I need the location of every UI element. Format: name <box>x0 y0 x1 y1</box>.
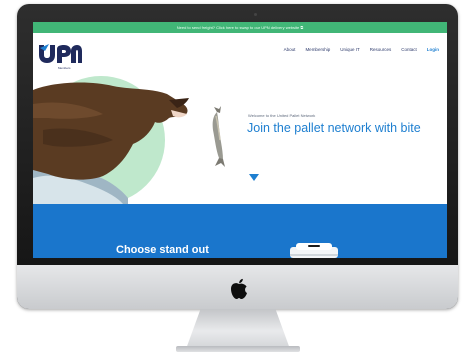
nav-item-membership[interactable]: Membership <box>305 47 330 52</box>
website-screen: Need to send freight? Click here to swap… <box>33 22 447 258</box>
hero-section: Welcome to the United Pallet Network Joi… <box>33 70 447 204</box>
freight-promo-banner[interactable]: Need to send freight? Click here to swap… <box>33 22 447 33</box>
apple-icon <box>231 278 247 299</box>
promo-banner-text[interactable]: Need to send freight? Click here to swap… <box>177 25 303 30</box>
pallet-scanner-device-image <box>290 243 338 258</box>
imac-stand <box>186 309 290 349</box>
nav-item-resources[interactable]: Resources <box>370 47 392 52</box>
nav-item-contact[interactable]: Contact <box>401 47 417 52</box>
bear-catching-fish-image <box>33 76 225 204</box>
blue-feature-band: Choose stand out <box>33 204 447 258</box>
nav-item-about[interactable]: About <box>284 47 296 52</box>
upn-logo[interactable] <box>37 43 83 65</box>
hero-title: Join the pallet network with bite <box>247 121 421 135</box>
chevron-down-icon[interactable] <box>249 174 259 181</box>
nav-item-unique-it[interactable]: Unique IT <box>340 47 360 52</box>
nav-links: About Membership Unique IT Resources Con… <box>284 47 439 52</box>
imac-stand-base <box>176 346 300 352</box>
login-link[interactable]: Login <box>427 47 439 52</box>
top-navigation: Members About Membership Unique IT Resou… <box>33 33 447 70</box>
band-heading: Choose stand out <box>116 244 209 256</box>
hero-kicker: Welcome to the United Pallet Network <box>248 113 316 118</box>
camera-icon <box>254 13 257 16</box>
